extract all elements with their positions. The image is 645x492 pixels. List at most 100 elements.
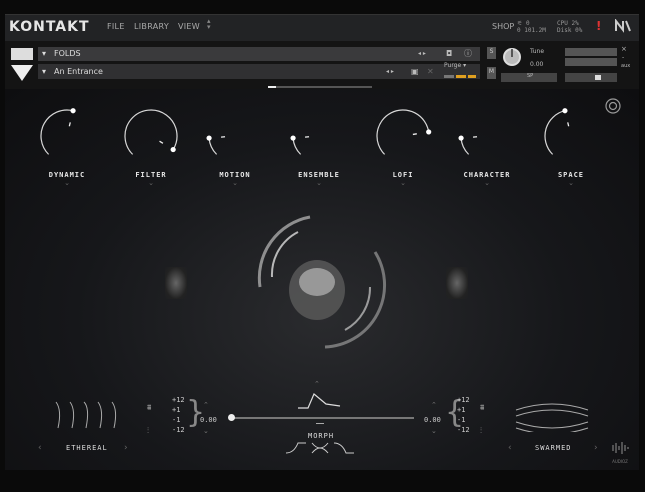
right-preset-next-icon[interactable]: › (594, 443, 598, 453)
knob-handle[interactable] (426, 129, 432, 135)
right-value-down-icon[interactable]: ⌄ (431, 427, 437, 435)
knob-handle[interactable] (562, 108, 568, 114)
knob-menu-chevron-icon[interactable]: ⌄ (111, 179, 191, 187)
morph-slider-track[interactable] (230, 417, 414, 419)
left-range-plus1[interactable]: +1 (172, 405, 185, 415)
knob-menu-chevron-icon[interactable]: ⌄ (363, 179, 443, 187)
purge-menu[interactable]: Purge ▾ (444, 62, 466, 69)
voices-value: 0 (526, 20, 530, 27)
knob-arc-dynamic[interactable] (27, 104, 107, 166)
solo-button[interactable]: S (487, 47, 496, 59)
knob-arc-ensemble[interactable] (279, 104, 359, 166)
knob-label: MOTION (219, 171, 251, 179)
morph-shape-icon[interactable] (296, 392, 342, 414)
left-waveform-icon[interactable]: ⫶ (147, 426, 149, 436)
knob-filter[interactable]: FILTER ⌄ (111, 104, 191, 187)
knob-space[interactable]: SPACE ⌄ (531, 104, 611, 187)
minimize-icon[interactable]: - (622, 54, 624, 61)
right-range-plus12[interactable]: +12 (457, 395, 470, 405)
morph-slider-handle[interactable] (228, 414, 235, 421)
left-value-up-icon[interactable]: ⌃ (203, 401, 209, 409)
knob-menu-chevron-icon[interactable]: ⌄ (195, 179, 275, 187)
right-preset-prev-icon[interactable]: ‹ (508, 443, 512, 453)
view-updown-icon[interactable]: ▴ ▾ (207, 18, 211, 31)
menu-file[interactable]: FILE (107, 22, 125, 31)
knob-handle[interactable] (458, 135, 464, 141)
tune-knob[interactable] (501, 46, 523, 72)
pan-slider[interactable]: SP (501, 73, 557, 82)
right-preset-name[interactable]: SWARMED (535, 444, 572, 452)
purge-meter-3 (468, 75, 476, 78)
right-value-up-icon[interactable]: ⌃ (431, 401, 437, 409)
knob-character[interactable]: CHARACTER ⌄ (447, 104, 527, 187)
knob-arc-motion[interactable] (195, 104, 275, 166)
right-range-minus1[interactable]: -1 (457, 415, 470, 425)
left-preset-next-icon[interactable]: › (124, 443, 128, 453)
knob-menu-chevron-icon[interactable]: ⌄ (27, 179, 107, 187)
shop-button[interactable]: SHOP (492, 22, 514, 31)
instrument-prev-next[interactable]: ◂ ▸ (418, 50, 426, 57)
knob-arc-lofi[interactable] (363, 104, 443, 166)
camera-icon[interactable]: ◘ (446, 49, 452, 58)
brand-label: AUDIOZ (612, 459, 628, 464)
snapshot-prev-next[interactable]: ◂ ▸ (386, 68, 394, 75)
morph-center-mark (316, 423, 324, 424)
save-icon[interactable]: ▣ (411, 67, 419, 76)
knob-handle[interactable] (70, 108, 76, 114)
menu-view[interactable]: VIEW (178, 22, 200, 31)
close-icon[interactable]: × (621, 45, 627, 53)
left-texture-icon[interactable]: ⩩ (147, 403, 151, 413)
purge-meter-2 (456, 75, 466, 78)
knob-ensemble[interactable]: ENSEMBLE ⌄ (279, 104, 359, 187)
knob-menu-chevron-icon[interactable]: ⌄ (279, 179, 359, 187)
right-waveform-icon[interactable]: ⫶ (480, 426, 482, 436)
morph-up-icon[interactable]: ⌃ (314, 380, 320, 388)
knob-arc-filter[interactable] (111, 104, 191, 166)
level-meter-left (565, 48, 617, 56)
left-preset-name[interactable]: ETHEREAL (66, 444, 108, 452)
left-value[interactable]: 0.00 (200, 415, 217, 425)
swarmed-graphic (512, 400, 592, 436)
knob-dynamic[interactable]: DYNAMIC ⌄ (27, 104, 107, 187)
instrument-name[interactable]: FOLDS (54, 49, 81, 58)
knob-label: CHARACTER (463, 171, 511, 179)
mute-button[interactable]: M (487, 67, 496, 79)
snapshot-name[interactable]: An Entrance (54, 67, 103, 76)
knob-label: FILTER (135, 171, 167, 179)
knob-arc-space[interactable] (531, 104, 611, 166)
brand-waveform-icon (612, 442, 629, 454)
snapshot-menu-icon[interactable]: ▾ (42, 67, 46, 76)
right-range-minus12[interactable]: -12 (457, 425, 470, 435)
knob-handle[interactable] (290, 135, 296, 141)
knob-motion[interactable]: MOTION ⌄ (195, 104, 275, 187)
knob-menu-chevron-icon[interactable]: ⌄ (447, 179, 527, 187)
warning-icon[interactable]: ! (596, 19, 601, 33)
volume-slider-handle[interactable] (595, 75, 601, 80)
left-preset-prev-icon[interactable]: ‹ (38, 443, 42, 453)
right-value[interactable]: 0.00 (424, 415, 441, 425)
volume-slider[interactable] (565, 73, 617, 82)
right-face-graphic (446, 267, 468, 299)
knob-handle[interactable] (206, 135, 212, 141)
aux-label[interactable]: aux (621, 63, 630, 69)
ni-logo-icon[interactable] (614, 18, 632, 37)
info-icon[interactable]: ⓘ (464, 48, 472, 59)
right-range-plus1[interactable]: +1 (457, 405, 470, 415)
left-range-minus1[interactable]: -1 (172, 415, 185, 425)
left-range-plus12[interactable]: +12 (172, 395, 185, 405)
knob-menu-chevron-icon[interactable]: ⌄ (531, 179, 611, 187)
morph-curve-icons[interactable] (284, 440, 356, 459)
knob-handle[interactable] (170, 146, 176, 153)
left-range-minus12[interactable]: -12 (172, 425, 185, 435)
knob-value-arc (376, 109, 430, 155)
right-texture-icon[interactable]: ⩩ (480, 403, 484, 413)
menu-library[interactable]: LIBRARY (134, 22, 169, 31)
center-orb (250, 212, 395, 356)
instrument-menu-icon[interactable]: ▾ (42, 49, 46, 58)
delete-icon[interactable]: ✕ (427, 67, 434, 76)
knob-lofi[interactable]: LOFI ⌄ (363, 104, 443, 187)
instrument-name-bar[interactable] (38, 47, 480, 61)
knob-arc-character[interactable] (447, 104, 527, 166)
knob-label: DYNAMIC (48, 171, 86, 179)
left-value-down-icon[interactable]: ⌄ (203, 427, 209, 435)
